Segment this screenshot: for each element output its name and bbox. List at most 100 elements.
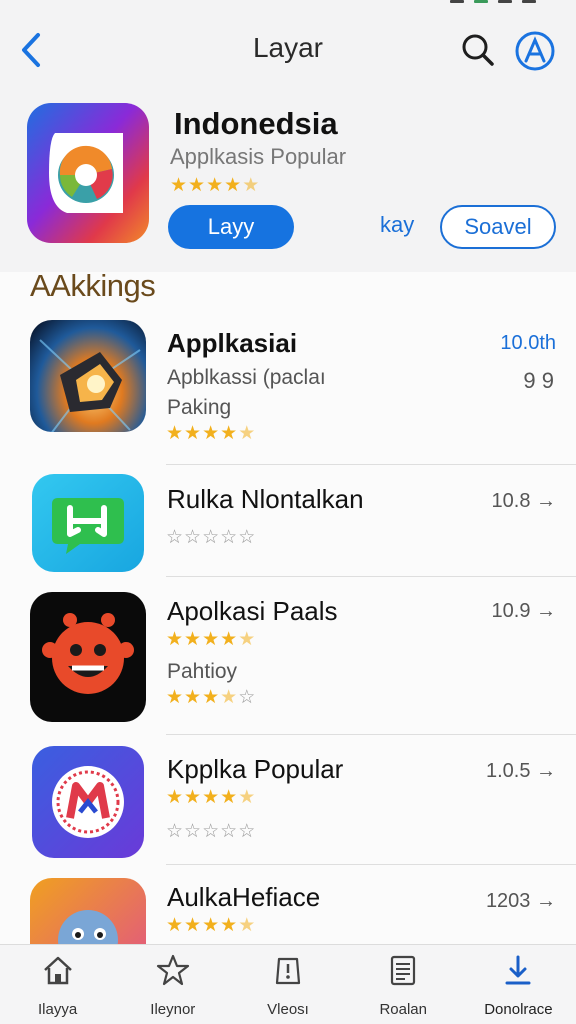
star-icon: ☆ (202, 821, 220, 842)
star-icon: ☆ (238, 527, 256, 548)
app-icon (32, 746, 144, 858)
app-rank: 9 9 (523, 368, 554, 393)
app-size: 10.8 → (491, 490, 556, 512)
featured-app-name: Indonedsia (174, 106, 338, 141)
featured-link[interactable]: kay (380, 212, 414, 238)
star-icon (156, 954, 189, 986)
tab-downloads[interactable]: Donolrace (461, 945, 576, 1024)
star-icon: ★ (206, 175, 224, 196)
star-icon: ★ (220, 629, 238, 650)
app-name: Kpplka Popular (167, 754, 344, 784)
star-icon: ★ (220, 787, 238, 808)
star-icon: ★ (166, 915, 184, 936)
divider (166, 464, 576, 465)
star-icon: ★ (220, 687, 238, 708)
star-icon: ★ (184, 787, 202, 808)
star-icon: ☆ (166, 527, 184, 548)
app-icon (30, 592, 146, 722)
star-icon: ★ (224, 175, 242, 196)
star-icon: ★ (202, 687, 220, 708)
app-size: 1.0.5 → (485, 760, 556, 782)
star-icon: ☆ (202, 527, 220, 548)
tab-label: Ilayya (38, 1001, 78, 1018)
app-name: AulkaHefiace (167, 882, 321, 912)
rating-stars: ★ ★ ★ ★ ★ (166, 788, 255, 807)
star-icon: ☆ (184, 821, 202, 842)
star-icon: ★ (166, 423, 184, 444)
star-icon: ★ (238, 629, 256, 650)
star-icon: ★ (170, 175, 188, 196)
app-icon (30, 320, 146, 432)
status-bar (450, 0, 536, 8)
star-icon: ☆ (238, 687, 256, 708)
star-icon: ★ (166, 687, 184, 708)
tab-bar: Ilayya Ileynor Vleosı Roalan Donolrace (0, 944, 576, 1024)
star-icon: ☆ (220, 821, 238, 842)
rating-stars: ★ ★ ★ ★ ★ (166, 630, 255, 649)
tab-label: Vleosı (267, 1001, 309, 1018)
tab-updates[interactable]: Vleosı (230, 945, 345, 1024)
account-icon (515, 31, 555, 71)
featured-rating-stars: ★ ★ ★ ★ ★ (170, 176, 259, 195)
document-icon (391, 955, 416, 986)
download-icon (505, 955, 531, 985)
star-icon: ★ (238, 787, 256, 808)
star-icon: ★ (184, 687, 202, 708)
list-item[interactable]: Kpplka Popular ★ ★ ★ ★ ★ ☆ ☆ ☆ ☆ ☆ 1.0.5 → (0, 746, 576, 858)
tab-featured[interactable]: Ileynor (115, 945, 230, 1024)
star-icon: ★ (238, 423, 256, 444)
tab-label: Roalan (379, 1001, 427, 1018)
list-item[interactable]: Applkasiai Apblkassi (paclaı Paking ★ ★ ★ ★… (0, 320, 576, 464)
star-icon: ★ (166, 629, 184, 650)
rating-stars: ☆ ☆ ☆ ☆ ☆ (166, 528, 255, 547)
tab-list[interactable]: Roalan (346, 945, 461, 1024)
star-icon: ☆ (238, 821, 256, 842)
star-icon: ★ (202, 915, 220, 936)
star-icon: ★ (184, 915, 202, 936)
get-button[interactable]: Layy (168, 205, 294, 249)
star-icon: ★ (242, 175, 260, 196)
rating-stars: ★ ★ ★ ★ ★ (166, 916, 255, 935)
search-button[interactable] (458, 30, 498, 70)
app-size: 1203 → (485, 890, 556, 912)
section-title: AAkkings (30, 268, 156, 303)
rating-stars-secondary: ★ ★ ★ ★ ☆ (166, 688, 255, 707)
save-button[interactable]: Soavel (440, 205, 556, 249)
star-icon: ★ (202, 423, 220, 444)
list-item[interactable]: Apolkasi Paals ★ ★ ★ ★ ★ Pahtioy ★ ★ ★ ★ ☆ 10.9 … (0, 590, 576, 724)
list-item[interactable]: Rulka Nlontalkan ☆ ☆ ☆ ☆ ☆ 10.8 → (0, 474, 576, 574)
star-icon: ★ (184, 423, 202, 444)
app-name: Rulka Nlontalkan (167, 484, 364, 514)
featured-app-icon[interactable] (27, 103, 149, 243)
star-icon: ☆ (166, 821, 184, 842)
tab-label: Donolrace (484, 1001, 553, 1018)
home-icon (43, 956, 72, 985)
search-icon (462, 34, 494, 66)
star-icon: ★ (188, 175, 206, 196)
app-size: 10.9 → (491, 600, 556, 622)
rating-stars-secondary: ☆ ☆ ☆ ☆ ☆ (166, 822, 255, 841)
star-icon: ★ (220, 915, 238, 936)
app-tag: Pahtioy (167, 660, 238, 683)
profile-button[interactable] (514, 30, 556, 72)
app-name: Apolkasi Paals (167, 596, 338, 626)
tab-home[interactable]: Ilayya (0, 945, 115, 1024)
featured-app-subtitle: Applkasis Popular (170, 144, 347, 169)
app-size: 10.0th (500, 332, 556, 354)
alert-icon (275, 957, 301, 985)
divider (166, 576, 576, 577)
app-tag: Paking (167, 396, 232, 419)
star-icon: ★ (166, 787, 184, 808)
star-icon: ☆ (184, 527, 202, 548)
tab-label: Ileynor (150, 1001, 196, 1018)
star-icon: ☆ (220, 527, 238, 548)
app-name: Applkasiai (167, 328, 298, 358)
star-icon: ★ (202, 629, 220, 650)
divider (166, 864, 576, 865)
star-icon: ★ (184, 629, 202, 650)
rating-stars: ★ ★ ★ ★ ★ (166, 424, 255, 443)
divider (166, 734, 576, 735)
star-icon: ★ (220, 423, 238, 444)
app-category: Apblkassi (paclaı (167, 366, 326, 389)
list-item[interactable]: AulkaHefiace ★ ★ ★ ★ ★ 1203 → (0, 878, 576, 990)
